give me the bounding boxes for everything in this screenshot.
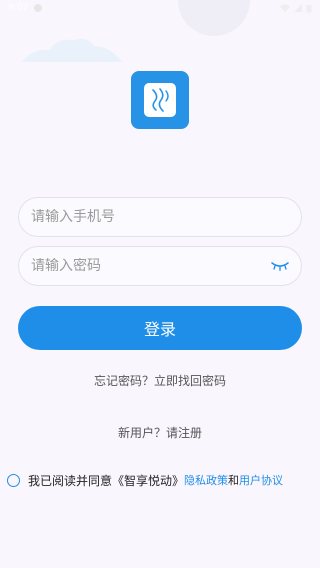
- app-logo: [131, 71, 189, 129]
- agreement-row: 我已阅读并同意《智享悦动》 隐私政策 和 用户协议: [7, 472, 320, 488]
- privacy-policy-link[interactable]: 隐私政策: [184, 472, 228, 488]
- password-input[interactable]: [31, 258, 271, 274]
- app-logo-icon: [144, 83, 176, 117]
- decorative-circle: [178, 0, 250, 36]
- login-button[interactable]: 登录: [18, 306, 302, 350]
- register-link[interactable]: 新用户？请注册: [0, 424, 320, 441]
- forgot-password-link[interactable]: 忘记密码？立即找回密码: [0, 372, 320, 389]
- password-field[interactable]: [18, 246, 302, 286]
- wifi-icon: [280, 4, 290, 12]
- status-time: 9:07: [8, 3, 29, 13]
- agreement-radio[interactable]: [7, 473, 20, 487]
- user-agreement-link[interactable]: 用户协议: [239, 472, 283, 488]
- phone-field[interactable]: [18, 197, 302, 237]
- eye-closed-icon[interactable]: [271, 261, 289, 271]
- agreement-text: 我已阅读并同意《智享悦动》: [28, 473, 185, 488]
- android-icon: [34, 4, 43, 12]
- signal-icon: [294, 4, 302, 12]
- battery-icon: [306, 4, 312, 12]
- phone-input[interactable]: [31, 209, 289, 225]
- agreement-and-text: 和: [228, 474, 240, 487]
- cloud-decoration: [22, 38, 122, 62]
- status-bar: 9:07: [0, 0, 320, 16]
